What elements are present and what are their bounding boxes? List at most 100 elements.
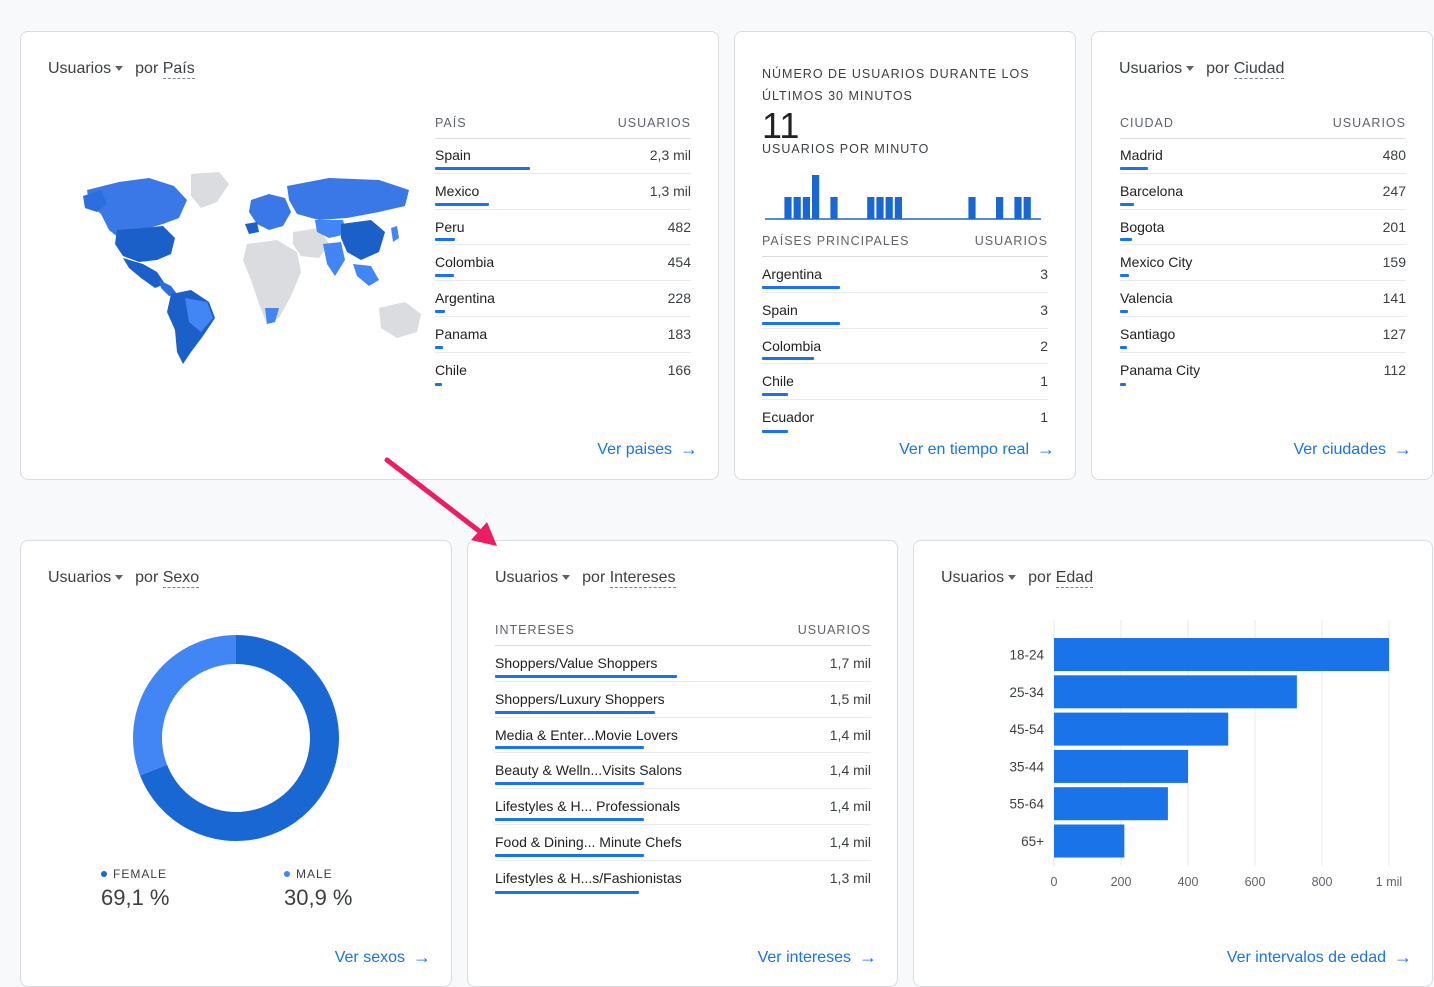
metric-selector[interactable]: Usuarios — [48, 60, 111, 77]
x-tick-label: 0 — [1051, 875, 1058, 889]
dropdown-caret-icon[interactable] — [1008, 575, 1017, 581]
view-realtime-link[interactable]: Ver en tiempo real → — [899, 439, 1055, 460]
map-region-india — [323, 242, 345, 276]
interests-card: Usuarios por Intereses INTERESES USUARIOS… — [467, 540, 898, 987]
per-minute-bar[interactable] — [1023, 197, 1031, 219]
dropdown-caret-icon[interactable] — [115, 575, 124, 581]
dropdown-caret-icon[interactable] — [1186, 66, 1195, 72]
row-value: 480 — [1382, 147, 1406, 163]
table-row[interactable]: Lifestyles & H...s/Fashionistas 1,3 mil — [495, 861, 871, 897]
card-title[interactable]: Usuarios por Edad — [941, 569, 1094, 588]
table-row[interactable]: Ecuador 1 — [762, 400, 1048, 436]
age-bar[interactable] — [1054, 675, 1297, 709]
per-minute-bar[interactable] — [1014, 197, 1022, 219]
view-age-ranges-link[interactable]: Ver intervalos de edad → — [1227, 947, 1412, 968]
per-minute-bar[interactable] — [894, 197, 902, 219]
dimension-selector[interactable]: Sexo — [162, 569, 200, 588]
row-value: 166 — [667, 361, 691, 378]
view-countries-link[interactable]: Ver paises → — [597, 439, 698, 460]
table-row[interactable]: Chile 1 — [762, 364, 1048, 401]
table-row[interactable]: Santiago 127 — [1120, 317, 1406, 353]
dropdown-caret-icon[interactable] — [115, 66, 124, 72]
table-row[interactable]: Beauty & Welln...Visits Salons 1,4 mil — [495, 753, 871, 790]
per-minute-bar[interactable] — [968, 197, 976, 219]
per-minute-bar[interactable] — [885, 197, 893, 219]
row-share-bar — [495, 890, 639, 894]
col-users: USUARIOS — [797, 623, 871, 637]
table-row[interactable]: Madrid 480 — [1120, 138, 1406, 174]
arrow-right-icon: → — [413, 947, 431, 967]
y-category-label: 45-54 — [1009, 722, 1044, 737]
dropdown-caret-icon[interactable] — [562, 575, 571, 581]
map-region-spain — [245, 222, 259, 234]
per-minute-bar[interactable] — [830, 197, 838, 219]
age-bar[interactable] — [1054, 824, 1125, 858]
row-share-bar — [495, 853, 645, 857]
table-row[interactable]: Argentina 3 — [762, 257, 1048, 293]
table-row[interactable]: Valencia 141 — [1120, 281, 1406, 317]
per-minute-bar[interactable] — [784, 197, 792, 219]
map-region-japan — [391, 226, 399, 242]
per-minute-bar[interactable] — [812, 175, 820, 219]
table-row[interactable]: Spain 2,3 mil — [435, 138, 691, 174]
y-category-label: 18-24 — [1009, 648, 1044, 663]
metric-selector[interactable]: Usuarios — [495, 569, 558, 586]
metric-selector[interactable]: Usuarios — [1119, 60, 1182, 77]
per-minute-bar[interactable] — [793, 197, 801, 219]
dimension-selector[interactable]: País — [162, 60, 195, 79]
view-cities-link[interactable]: Ver ciudades → — [1293, 439, 1412, 460]
view-interests-link[interactable]: Ver intereses → — [758, 947, 877, 968]
table-row[interactable]: Argentina 228 — [435, 281, 691, 317]
age-bar[interactable] — [1054, 638, 1389, 671]
view-genders-link[interactable]: Ver sexos → — [335, 947, 431, 968]
card-title[interactable]: Usuarios por Ciudad — [1119, 60, 1285, 79]
card-title[interactable]: Usuarios por País — [48, 60, 195, 79]
table-row[interactable]: Food & Dining... Minute Chefs 1,4 mil — [495, 825, 871, 861]
col-users: USUARIOS — [974, 234, 1048, 248]
per-minute-bar[interactable] — [802, 197, 810, 219]
table-row[interactable]: Panama 183 — [435, 317, 691, 353]
age-bar[interactable] — [1054, 787, 1168, 821]
row-label: Shoppers/Luxury Shoppers — [495, 690, 665, 707]
dimension-selector[interactable]: Intereses — [609, 569, 676, 588]
table-row[interactable]: Colombia 454 — [435, 245, 691, 282]
table-row[interactable]: Colombia 2 — [762, 329, 1048, 365]
per-minute-bar[interactable] — [867, 197, 875, 219]
row-share-bar — [1120, 202, 1135, 206]
row-share-bar — [435, 238, 455, 242]
table-row[interactable]: Lifestyles & H... Professionals 1,4 mil — [495, 789, 871, 825]
male-slice[interactable] — [133, 635, 236, 776]
age-bar-chart: 0 200 400 600 800 1 mil 18-24 25-34 45-54 35-44 55… — [1009, 620, 1402, 889]
table-row[interactable]: Shoppers/Luxury Shoppers 1,5 mil — [495, 682, 871, 718]
table-row[interactable]: Mexico 1,3 mil — [435, 174, 691, 210]
table-row[interactable]: Peru 482 — [435, 210, 691, 246]
row-label: Madrid — [1120, 147, 1163, 163]
table-row[interactable]: Mexico City 159 — [1120, 245, 1406, 282]
city-table: Madrid 480 Barcelona 247 Bogota 201 Mexico Cit… — [1120, 138, 1406, 389]
per-minute-bar[interactable] — [996, 197, 1004, 219]
row-label: Beauty & Welln...Visits Salons — [495, 762, 683, 779]
female-value: 69,1 % — [101, 885, 170, 910]
table-row[interactable]: Media & Enter...Movie Lovers 1,4 mil — [495, 718, 871, 754]
row-label: Media & Enter...Movie Lovers — [495, 726, 678, 743]
dimension-selector[interactable]: Edad — [1055, 569, 1094, 588]
metric-selector[interactable]: Usuarios — [941, 569, 1004, 586]
male-dot-icon — [284, 871, 290, 877]
table-row[interactable]: Spain 3 — [762, 293, 1048, 329]
age-bar[interactable] — [1054, 749, 1188, 783]
metric-selector[interactable]: Usuarios — [48, 569, 111, 586]
x-tick-label: 600 — [1245, 875, 1266, 889]
table-row[interactable]: Panama City 112 — [1120, 353, 1406, 389]
row-share-bar — [435, 274, 454, 278]
card-title[interactable]: Usuarios por Intereses — [495, 569, 676, 588]
table-row[interactable]: Shoppers/Value Shoppers 1,7 mil — [495, 646, 871, 682]
row-share-bar — [495, 817, 645, 821]
per-minute-bar[interactable] — [876, 197, 884, 219]
row-label: Valencia — [1120, 290, 1173, 307]
card-title[interactable]: Usuarios por Sexo — [48, 569, 200, 588]
table-row[interactable]: Bogota 201 — [1120, 210, 1406, 246]
age-bar[interactable] — [1054, 712, 1229, 746]
table-row[interactable]: Chile 166 — [435, 353, 691, 389]
dimension-selector[interactable]: Ciudad — [1233, 60, 1285, 79]
table-row[interactable]: Barcelona 247 — [1120, 174, 1406, 210]
